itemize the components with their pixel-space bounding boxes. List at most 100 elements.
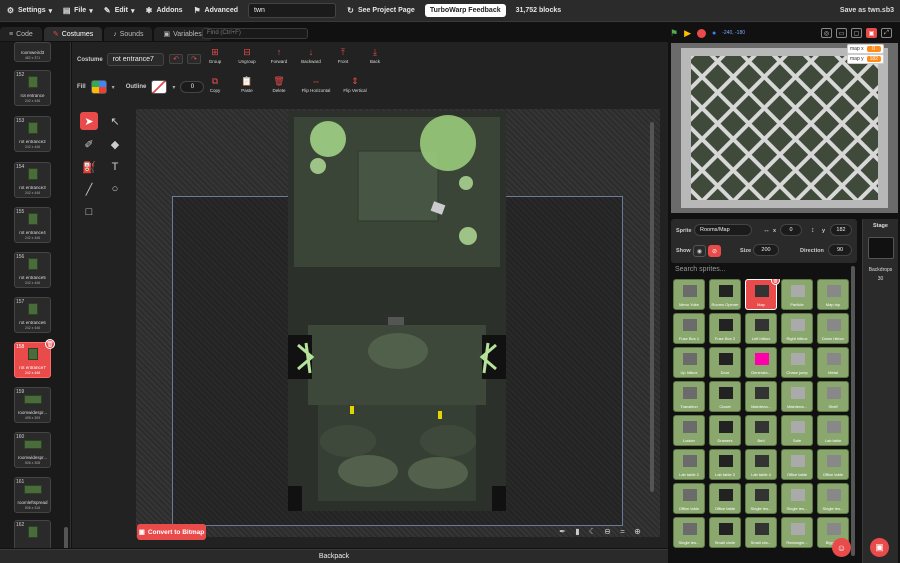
sprite-tile[interactable]: Maintena... bbox=[745, 381, 777, 412]
sprite-tile[interactable]: Lab table 3 bbox=[709, 449, 741, 480]
advanced-menu[interactable]: ⚑ Advanced bbox=[193, 6, 238, 15]
normal-stage-icon[interactable]: ▢ bbox=[851, 28, 862, 38]
sprite-tile[interactable]: Shelf bbox=[817, 381, 849, 412]
monitor-map-x[interactable]: map x0 bbox=[847, 44, 884, 54]
outline-color-swatch[interactable] bbox=[151, 80, 168, 94]
sprite-tile[interactable]: Safe bbox=[781, 415, 813, 446]
costume-item[interactable]: 161 roomleftspread 506 x 316 bbox=[14, 477, 51, 513]
sprite-tile[interactable]: Up hitbox bbox=[673, 347, 705, 378]
zoom-reset-button[interactable]: = bbox=[617, 526, 628, 537]
direction-input[interactable]: 90 bbox=[828, 244, 852, 256]
costume-item[interactable]: 162 bbox=[14, 520, 51, 548]
edit-menu[interactable]: ✎ Edit ▾ bbox=[103, 6, 135, 15]
sprite-tile[interactable]: Bed bbox=[745, 415, 777, 446]
forward-button[interactable]: ↑ Forward bbox=[266, 47, 292, 64]
costume-list-scrollbar[interactable] bbox=[64, 527, 68, 548]
circle-tool[interactable]: ○ bbox=[106, 180, 124, 198]
sprite-tile[interactable]: Chase jump bbox=[781, 347, 813, 378]
line-tool[interactable]: ╱ bbox=[80, 180, 98, 198]
sprite-tile[interactable]: Transition bbox=[673, 381, 705, 412]
delete-costume-icon[interactable]: 🗑 bbox=[45, 339, 55, 349]
mic-icon[interactable]: ◎ bbox=[821, 28, 832, 38]
eraser-tool[interactable]: ◆ bbox=[106, 135, 124, 153]
select-tool[interactable]: ➤ bbox=[80, 112, 98, 130]
stop-icon[interactable] bbox=[697, 28, 706, 38]
sprite-tile[interactable]: Office table bbox=[673, 483, 705, 514]
tab-costumes[interactable]: ✎ Costumes bbox=[43, 27, 103, 41]
flip-vertical-button[interactable]: ⇕ Flip Vertical bbox=[340, 76, 370, 94]
sprite-tile[interactable]: Right hitbox bbox=[781, 313, 813, 344]
settings-menu[interactable]: ⚙ Settings ▾ bbox=[6, 6, 52, 15]
sprite-tile[interactable]: Maintena... bbox=[781, 381, 813, 412]
sprite-tile[interactable]: Office table bbox=[781, 449, 813, 480]
sprite-tile[interactable]: Single tes... bbox=[817, 483, 849, 514]
sprite-tile[interactable]: Small circ... bbox=[745, 517, 777, 548]
brush-tool[interactable]: ✐ bbox=[80, 135, 98, 153]
see-project-page-button[interactable]: ↻ See Project Page bbox=[346, 6, 415, 15]
small-stage-icon[interactable]: ▭ bbox=[836, 28, 847, 38]
sprite-grid-scrollbar[interactable] bbox=[851, 266, 855, 556]
sprite-tile[interactable]: Rooms Opener bbox=[709, 279, 741, 310]
tab-code[interactable]: ≡ Code bbox=[0, 27, 42, 41]
x-input[interactable]: 0 bbox=[780, 224, 802, 236]
sprite-tile[interactable]: Left hitbox bbox=[745, 313, 777, 344]
costume-item[interactable]: 156 rot entrance5 242 x 446 bbox=[14, 252, 51, 288]
bitmap-mode-icon[interactable]: ▮ bbox=[572, 526, 583, 537]
size-input[interactable]: 200 bbox=[753, 244, 779, 256]
sprite-tile[interactable]: Lab table 2 bbox=[673, 449, 705, 480]
green-flag-icon[interactable]: ⚑ bbox=[670, 28, 678, 39]
sprite-tile[interactable]: Single tes... bbox=[745, 483, 777, 514]
pause-icon[interactable]: ▶ bbox=[684, 28, 691, 39]
find-input[interactable]: Find (Ctrl+F) bbox=[202, 28, 308, 39]
sprite-tile[interactable]: Fuse Box 1 bbox=[673, 313, 705, 344]
sprite-name-input[interactable]: Rooms/Map bbox=[694, 224, 752, 236]
backward-button[interactable]: ↓ Backward bbox=[298, 47, 324, 64]
costume-item[interactable]: 157 rot entrance6 242 x 446 bbox=[14, 297, 51, 333]
canvas-vertical-scrollbar[interactable] bbox=[650, 122, 654, 492]
undo-button[interactable]: ↶ bbox=[169, 54, 183, 64]
moon-icon[interactable]: ☾ bbox=[587, 526, 598, 537]
costume-item[interactable]: roomweird3 482 x 371 bbox=[14, 42, 51, 62]
convert-to-bitmap-button[interactable]: ▣ Convert to Bitmap bbox=[137, 524, 206, 540]
sprite-tile[interactable]: Door bbox=[709, 347, 741, 378]
sprite-tile[interactable]: Particle bbox=[781, 279, 813, 310]
sprite-tile[interactable]: Drawers bbox=[709, 415, 741, 446]
text-tool[interactable]: T bbox=[106, 158, 124, 176]
show-visible-button[interactable]: ◉ bbox=[693, 245, 706, 257]
file-menu[interactable]: ▤ File ▾ bbox=[62, 6, 93, 15]
sprite-tile[interactable]: Office table bbox=[709, 483, 741, 514]
sprite-tile[interactable]: Closet bbox=[709, 381, 741, 412]
sprite-tile[interactable]: Rectangle... bbox=[781, 517, 813, 548]
sprite-tile[interactable]: Generato... bbox=[745, 347, 777, 378]
add-backdrop-button[interactable]: ▣ bbox=[870, 538, 889, 557]
sprite-tile[interactable]: Menu Yoke bbox=[673, 279, 705, 310]
sprite-tile[interactable]: Lab table bbox=[817, 415, 849, 446]
redo-button[interactable]: ↷ bbox=[187, 54, 201, 64]
brush-smooth-icon[interactable]: ✒ bbox=[557, 526, 568, 537]
y-input[interactable]: 182 bbox=[830, 224, 852, 236]
costume-item[interactable]: 153 rot entrance2 242 x 446 bbox=[14, 116, 51, 152]
sprite-tile[interactable]: Locker bbox=[673, 415, 705, 446]
fullscreen-icon[interactable]: ⤢ bbox=[881, 28, 892, 38]
sprite-tile[interactable]: Down hitbox bbox=[817, 313, 849, 344]
costume-item[interactable]: 152 rot entrance 242 x 446 bbox=[14, 70, 51, 106]
delete-button[interactable]: 🗑 Delete bbox=[266, 76, 292, 94]
sprite-tile[interactable]: Single tes... bbox=[673, 517, 705, 548]
sprite-tile[interactable]: Fuse Box 2 bbox=[709, 313, 741, 344]
sprite-tile[interactable]: Single tes... bbox=[781, 483, 813, 514]
project-title-input[interactable]: twn bbox=[248, 3, 336, 18]
sprite-tile[interactable]: Metal bbox=[817, 347, 849, 378]
zoom-out-icon[interactable]: ⊖ bbox=[602, 526, 613, 537]
fill-tool[interactable]: ⛽ bbox=[80, 158, 98, 176]
sprite-tile[interactable]: Map top bbox=[817, 279, 849, 310]
feedback-button[interactable]: TurboWarp Feedback bbox=[424, 4, 506, 17]
flip-horizontal-button[interactable]: ⇔ Flip Horizontal bbox=[298, 76, 334, 93]
costume-name-input[interactable]: rot entrance7 bbox=[106, 53, 164, 66]
delete-sprite-icon[interactable]: 🗑 bbox=[771, 279, 780, 285]
costume-item[interactable]: 154 rot entrance3 242 x 446 bbox=[14, 162, 51, 198]
stage-target-panel[interactable]: Stage Backdrops 30 bbox=[862, 219, 898, 563]
costume-item[interactable]: 160 roomwidespr... 506 x 308 bbox=[14, 432, 51, 468]
back-button[interactable]: ⤓ Back bbox=[362, 47, 388, 65]
costume-item[interactable]: 155 rot entrance4 242 x 446 bbox=[14, 207, 51, 243]
ungroup-button[interactable]: ⊟ Ungroup bbox=[234, 47, 260, 65]
